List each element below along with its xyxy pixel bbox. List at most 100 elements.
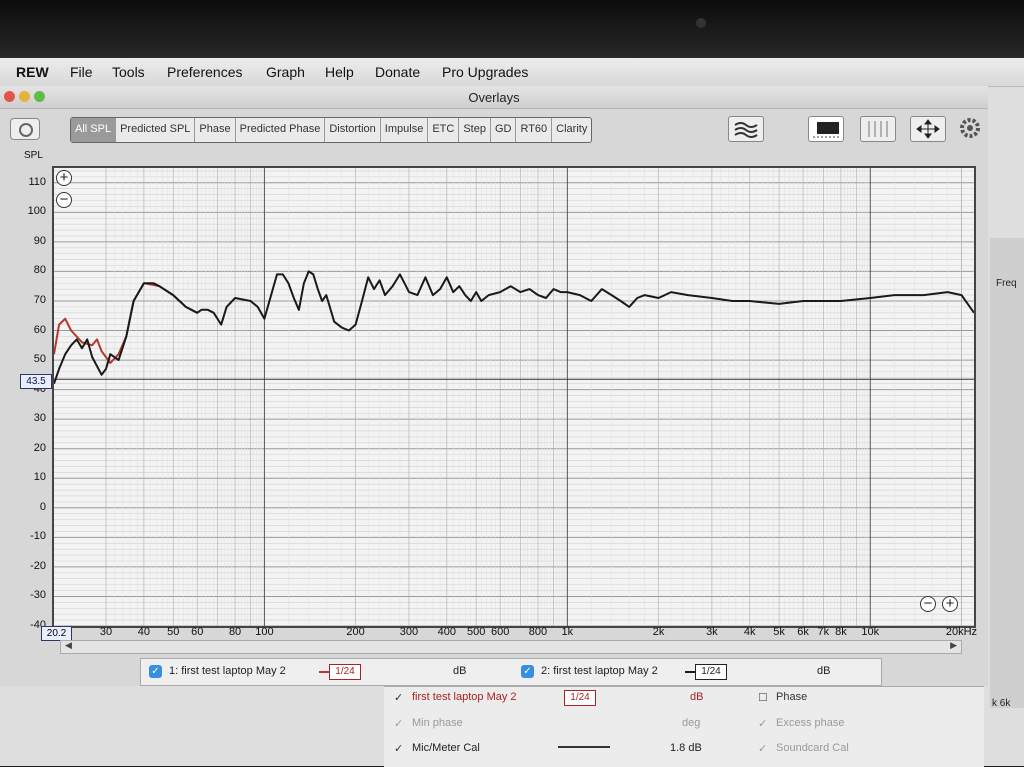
y-tick-label: 90 [33,234,46,247]
y-tick-label: -20 [30,559,46,572]
y-tick-label: -10 [30,530,46,543]
tab-predicted-spl[interactable]: Predicted SPL [116,118,196,142]
menu-file[interactable]: File [70,64,93,80]
panel-row-3-label: Mic/Meter Cal [412,742,480,754]
legend-1-checkbox[interactable]: ✓ [149,665,162,678]
panel-row-3-line-icon [558,746,610,748]
menu-help[interactable]: Help [325,64,354,80]
x-tick-label: 2k [652,626,665,638]
panel-row-2-unit: deg [682,717,701,729]
screen-bezel [0,0,1024,62]
x-tick-label: 10k [861,626,880,638]
x-tick-label: 30 [99,626,113,638]
tab-rt60[interactable]: RT60 [516,118,553,142]
y-tick-label: 30 [33,412,46,425]
y-tick-label: 60 [33,323,46,336]
tab-gd[interactable]: GD [491,118,517,142]
tab-impulse[interactable]: Impulse [381,118,429,142]
scroll-left-icon[interactable]: ◀ [65,640,72,651]
menu-donate[interactable]: Donate [375,64,420,80]
x-start-readout[interactable]: 20.2 [41,626,72,641]
fit-icon[interactable] [910,116,946,142]
tab-all-spl[interactable]: All SPL [71,118,117,142]
legend-2-unit: dB [817,665,831,677]
right-side-panel: Freq k 6k [990,238,1024,709]
spl-chart-svg [53,168,975,627]
panel-row-2-label: Min phase [412,717,463,729]
camera-icon[interactable] [10,118,40,140]
y-axis-label: SPL [24,150,43,161]
x-tick-label: 400 [437,626,456,638]
y-tick-label: 50 [33,353,46,366]
x-tick-label: 500 [466,626,486,638]
x-tick-label: 20kHz [945,626,978,638]
y-tick-label: 100 [27,205,46,218]
tab-etc[interactable]: ETC [428,118,460,142]
panel-row-3-unit: 1.8 dB [670,742,702,754]
tab-step[interactable]: Step [459,118,491,142]
settings-gear-icon[interactable] [958,116,982,140]
panel-row-1-check-icon[interactable]: ✓ [394,691,403,704]
legend-2-checkbox[interactable]: ✓ [521,665,534,678]
panel-row-1-right-check[interactable]: ☐ [758,691,768,704]
y-tick-label: 20 [33,441,46,454]
zoom-out-x-icon[interactable]: − [920,596,936,612]
graph-tabs: All SPL Predicted SPL Phase Predicted Ph… [70,117,593,143]
x-tick-label: 3k [706,626,718,638]
y-tick-label: 10 [33,471,46,484]
x-tick-label: 1k [561,626,574,638]
panel-row-2-right-check[interactable]: ✓ [758,717,767,730]
zoom-out-icon[interactable]: − [56,192,72,208]
y-tick-label: -40 [30,619,46,631]
tab-phase[interactable]: Phase [195,118,236,142]
legend-1-smoothing[interactable]: 1/24 [329,664,361,680]
cursor-readout[interactable]: 43.5 [20,374,52,389]
horizontal-scrollbar[interactable]: ◀ ▶ [60,640,962,654]
tab-clarity[interactable]: Clarity [552,118,591,142]
menu-graph[interactable]: Graph [266,64,305,80]
controls-icon[interactable] [808,116,844,142]
panel-row-1-unit: dB [690,691,704,703]
x-tick-label: 50 [167,626,180,638]
panel-row-3-right-check[interactable]: ✓ [758,742,767,755]
window-title: Overlays [468,90,520,105]
x-tick-label: 7k [817,626,830,638]
x-tick-label: 300 [399,626,419,638]
menu-rew[interactable]: REW [16,64,49,80]
x-tick-label: 80 [228,626,242,638]
panel-row-1-smoothing[interactable]: 1/24 [564,690,596,706]
menubar: REW File Tools Preferences Graph Help Do… [0,58,1024,87]
zoom-in-x-icon[interactable]: + [942,596,958,612]
x-tick-label: 6k [797,626,809,638]
panel-row-2-check-icon[interactable]: ✓ [394,717,403,730]
y-tick-label: 80 [33,264,46,277]
freq-label: Freq [996,278,1017,289]
menu-preferences[interactable]: Preferences [167,64,242,80]
tab-distortion[interactable]: Distortion [325,118,381,142]
zoom-in-icon[interactable]: + [56,170,72,186]
y-tick-label: -30 [30,589,46,602]
x-tick-label: 4k [743,626,756,638]
series-2-line [53,270,975,385]
waterfall-icon[interactable] [728,116,764,142]
x-tick-label: 100 [255,626,274,638]
legend-1-unit: dB [453,665,467,677]
legend-bar: ✓ 1: first test laptop May 2 1/24 dB ✓ 2… [140,658,882,686]
menu-pro-upgrades[interactable]: Pro Upgrades [442,64,528,80]
limits-icon[interactable] [860,116,896,142]
x-tick-label: 5k [773,626,785,638]
panel-row-3-right: Soundcard Cal [776,742,849,754]
window-titlebar: Overlays [0,86,988,109]
x-tick-label: 600 [490,626,510,638]
tab-predicted-phase[interactable]: Predicted Phase [236,118,326,142]
x-tick-label: 200 [346,626,365,638]
camera-dot [696,18,706,28]
spl-plot[interactable]: + − − + [52,166,976,628]
menu-tools[interactable]: Tools [112,64,145,80]
x-tick-label: 60 [191,626,204,638]
scroll-right-icon[interactable]: ▶ [950,640,957,651]
legend-2-smoothing[interactable]: 1/24 [695,664,727,680]
panel-row-3-check-icon[interactable]: ✓ [394,742,403,755]
x-tick-label: 8k [835,626,847,638]
y-tick-label: 70 [33,293,46,306]
